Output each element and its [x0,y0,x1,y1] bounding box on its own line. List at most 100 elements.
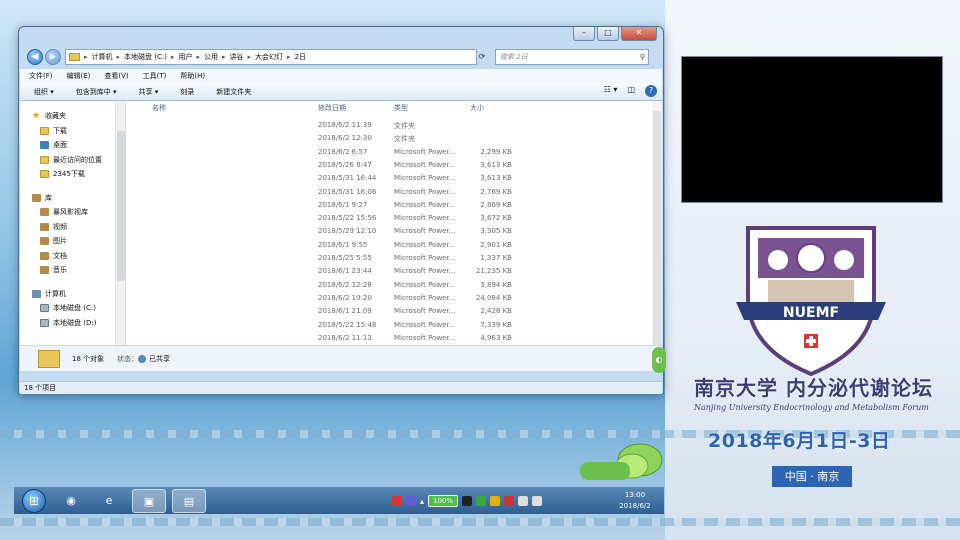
explorer-taskbar-button[interactable]: ▤ [172,489,206,513]
taskbar-app-icon[interactable]: ▣ [132,489,166,513]
file-type: 文件夹 [394,135,415,144]
flag-icon[interactable] [504,496,515,506]
nav-videos[interactable]: 视频 [20,220,125,235]
forward-button[interactable]: ▶ [45,49,61,65]
breadcrumb-item[interactable]: 公用 [204,52,218,62]
scrollbar-thumb[interactable] [653,111,661,351]
breadcrumb-item[interactable]: 讲谷 [230,52,244,62]
close-button[interactable]: ✕ [621,27,657,41]
view-options-icon[interactable]: ☷ ▾ [604,85,618,97]
breadcrumb-item[interactable]: 计算机 [92,52,113,62]
column-name[interactable]: 名称 [152,103,166,113]
leaf-widget-icon[interactable] [578,440,664,486]
recent-places-icon [40,155,49,164]
clock[interactable]: 13:00 2018/6/2 [610,490,660,512]
command-bar: 组织 ▾ 包含到库中 ▾ 共享 ▾ 刻录 新建文件夹 [20,83,662,101]
burn-button[interactable]: 刻录 [180,87,194,97]
file-row[interactable]: P5-卫星会-DPP-4抑制剂专题1（安立泽...2018/5/31 16:06… [128,186,662,199]
ie-browser-icon[interactable]: e [92,489,126,513]
nav-documents[interactable]: 文档 [20,249,125,264]
battery-indicator[interactable]: 100% [428,495,459,507]
search-icon[interactable]: ⚲ [640,50,645,64]
refresh-icon[interactable]: ⟳ [471,49,493,65]
floating-widget-icon[interactable]: ◐ [652,347,666,373]
file-row[interactable]: P19-张元子-动乳素及其受体与非酒精性脂...2018/6/2 12:28Mi… [128,279,662,292]
file-row[interactable]: 诺和诺德上市会卫星会2018/6/2 12:30文件夹 [128,132,662,145]
file-date: 2018/5/31 16:06 [318,187,377,196]
file-row[interactable]: P原12-李令-温故知新：血糖管理1-德大论...2018/6/2 11:13M… [128,332,662,345]
column-size[interactable]: 大小 [470,103,484,113]
back-button[interactable]: ◀ [27,49,43,65]
scrollbar-thumb[interactable] [117,131,125,281]
menu-edit[interactable]: 编辑(E) [67,71,91,81]
menu-file[interactable]: 文件(F) [29,71,53,81]
menu-tools[interactable]: 工具(T) [143,71,167,81]
battery-icon[interactable] [462,496,473,506]
drive-icon [40,318,49,327]
search-input[interactable]: 搜索 2日 ⚲ [495,49,649,65]
minimize-button[interactable]: – [573,27,595,41]
nav-desktop[interactable]: 桌面 [20,138,125,153]
volume-icon[interactable] [532,496,543,506]
tray-expand-icon[interactable]: ▴ [420,497,424,506]
file-row[interactable]: P1-专题会幻灯-源于苹果的SGLT2抑制剂...2018/6/2 6:57Mi… [128,146,662,159]
file-row[interactable]: P11-沈天配-2018-5-4 甜蜜数版本4 POS...2018/5/22 … [128,212,662,225]
tray-app-icon[interactable] [392,496,402,506]
breadcrumb-item[interactable]: 大会幻灯 [255,52,283,62]
file-row[interactable]: P17-陆雄-2018-06 南大论坛 南京糖尿...2018/6/1 23:4… [128,265,662,278]
nav-libraries[interactable]: 库 [20,191,125,206]
nav-drive-c[interactable]: 本地磁盘 (C:) [20,301,125,316]
preview-pane-icon[interactable]: ◫ [627,85,635,97]
file-row[interactable]: P原2-陈卫平-南京内分泌论坛 (1)2018/5/22 15:48Micros… [128,319,662,332]
file-row[interactable]: P20-张洲_糖尿病患者认知功能评价及提览...2018/6/2 10:20Mi… [128,292,662,305]
file-date: 2018/6/1 21:09 [318,307,372,316]
file-row[interactable]: Christoph Wanner教授最终幻灯2018/6/2 11:39文件夹 [128,119,662,132]
share-button[interactable]: 共享 ▾ [139,87,159,97]
column-type[interactable]: 类型 [394,103,408,113]
nav-scrollbar[interactable] [115,101,125,371]
file-date: 2018/6/2 12:30 [318,134,372,143]
nav-drive-d[interactable]: 本地磁盘 (D:) [20,316,125,331]
tray-app-icon[interactable] [476,496,487,506]
file-date: 2018/6/2 6:57 [318,147,368,156]
column-date[interactable]: 修改日期 [318,103,346,113]
list-scrollbar[interactable] [652,101,662,371]
conference-city: 中国 · 南京 [772,466,852,487]
nav-label: 桌面 [53,141,67,150]
nav-2345-downloads[interactable]: 2345下载 [20,167,125,182]
file-list: 名称 修改日期 类型 大小 Christoph Wanner教授最终幻灯2018… [128,101,662,371]
file-row[interactable]: P14-单忠艳-威胁视力的Graves眼病2018/5/25 5:55Micro… [128,252,662,265]
tray-app-icon[interactable] [490,496,501,506]
file-row[interactable]: P12-卫星会-李白-血糖管理专题1（来得时...2018/5/29 12:10… [128,225,662,238]
nav-music[interactable]: 音乐 [20,263,125,278]
file-row[interactable]: P13-卫星会-马建华-血糖管理专题2（德谷...2018/6/1 9:55Mi… [128,239,662,252]
help-icon[interactable]: ? [645,85,657,97]
file-row[interactable]: P21-温故知新：糖尿病周围神经及下肢血...2018/6/1 21:09Mic… [128,305,662,318]
menu-view[interactable]: 查看(V) [104,71,128,81]
nav-favorites[interactable]: ★ 收藏夹 [20,109,125,124]
state-value: 已共享 [138,354,170,364]
start-button[interactable]: ⊞ [22,489,46,513]
new-folder-button[interactable]: 新建文件夹 [216,87,251,97]
music-library-icon [40,266,49,275]
organize-button[interactable]: 组织 ▾ [34,87,54,97]
include-in-library-button[interactable]: 包含到库中 ▾ [76,87,117,97]
address-bar[interactable]: ▸ 计算机 ▸ 本地磁盘 (C:) ▸ 用户 ▸ 公用 ▸ 讲谷 ▸ 大会幻灯 ▸ 2日 [65,49,477,65]
breadcrumb-item[interactable]: 本地磁盘 (C:) [124,52,167,62]
nav-baofeng-library[interactable]: 暴风影视库 [20,205,125,220]
clock-time: 13:00 [624,491,646,499]
nav-pictures[interactable]: 图片 [20,234,125,249]
breadcrumb-item[interactable]: 用户 [178,52,192,62]
nav-computer[interactable]: 计算机 [20,287,125,302]
network-icon[interactable] [518,496,529,506]
file-row[interactable]: P4-workshop-2018南大论坛甲状腺work...2018/5/31 … [128,172,662,185]
file-row[interactable]: P4-2018南大论坛甲状腺workshop2018/5/26 8:47Micr… [128,159,662,172]
file-row[interactable]: P6-卫星会-DPP-4抑制剂专题 2 利格列汀...2018/6/1 9:27… [128,199,662,212]
tray-app-icon[interactable] [406,496,416,506]
nav-downloads[interactable]: 下载 [20,124,125,139]
taskbar-app-icon[interactable]: ◉ [54,489,88,513]
nav-recent[interactable]: 最近访问的位置 [20,153,125,168]
menu-help[interactable]: 帮助(H) [180,71,205,81]
breadcrumb-item[interactable]: 2日 [295,52,306,62]
maximize-button[interactable]: □ [597,27,619,41]
